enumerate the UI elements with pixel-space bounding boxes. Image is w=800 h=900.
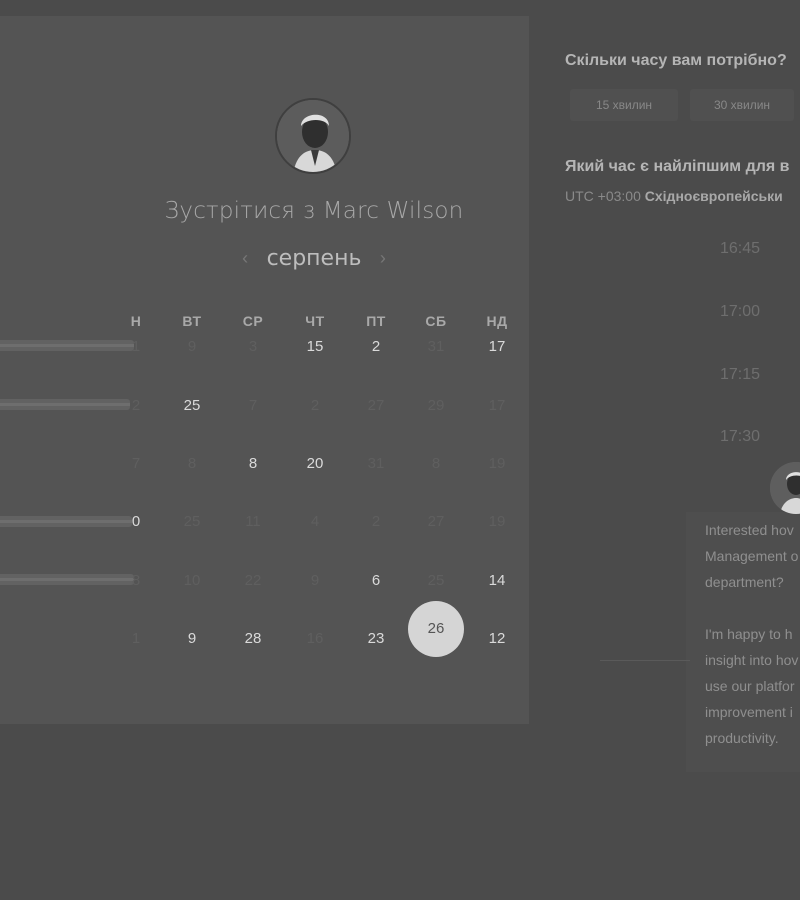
overlay-bar <box>0 516 132 527</box>
calendar-day: 31 <box>427 338 445 355</box>
calendar-day: 19 <box>488 455 506 472</box>
calendar-day[interactable]: 28 <box>233 630 273 647</box>
weekday-label: ВТ <box>182 313 202 329</box>
calendar-day: 16 <box>306 630 324 647</box>
calendar-day: 2 <box>371 513 381 530</box>
calendar-day: 1 <box>131 630 141 647</box>
chat-text-line: department? <box>705 574 784 590</box>
calendar-day: 19 <box>488 513 506 530</box>
host-avatar <box>275 98 351 174</box>
weekday-label: НД <box>486 313 508 329</box>
time-question: Який час є найліпшим для в <box>565 158 790 175</box>
calendar-day: 8 <box>187 455 197 472</box>
calendar-day[interactable]: 0 <box>116 513 156 530</box>
chevron-left-icon[interactable]: ‹ <box>228 248 262 269</box>
calendar-day: 8 <box>131 572 141 589</box>
calendar-day: 29 <box>427 397 445 414</box>
duration-option-30[interactable]: 30 хвилин <box>690 89 794 121</box>
overlay-bar <box>0 574 134 585</box>
calendar-day: 10 <box>183 572 201 589</box>
calendar-day[interactable]: 9 <box>172 630 212 647</box>
chat-text-line: productivity. <box>705 730 779 746</box>
calendar-day: 31 <box>367 455 385 472</box>
calendar-day[interactable]: 20 <box>295 455 335 472</box>
meeting-title: Зустрітися з Marc Wilson <box>164 198 464 224</box>
calendar-day[interactable]: 8 <box>233 455 273 472</box>
timezone-offset: UTC +03:00 <box>565 188 641 204</box>
timezone-name: Східноєвропейськи <box>644 188 783 204</box>
calendar-day: 22 <box>244 572 262 589</box>
calendar-day[interactable]: 14 <box>477 572 517 589</box>
duration-option-15[interactable]: 15 хвилин <box>570 89 678 121</box>
divider <box>600 660 690 661</box>
month-navigation: ‹ серпень › <box>0 246 628 271</box>
weekday-label: ПТ <box>366 313 386 329</box>
calendar-day: 7 <box>248 397 258 414</box>
duration-question: Скільки часу вам потрібно? <box>565 52 787 69</box>
weekday-label: ЧТ <box>305 313 325 329</box>
calendar-day: 8 <box>431 455 441 472</box>
calendar-day: 25 <box>183 513 201 530</box>
calendar-day[interactable]: 2 <box>356 338 396 355</box>
calendar-day: 1 <box>131 338 141 355</box>
month-label: серпень <box>266 246 362 271</box>
calendar-day: 27 <box>367 397 385 414</box>
chevron-right-icon[interactable]: › <box>366 248 400 269</box>
weekday-label: СР <box>242 313 264 329</box>
time-slot[interactable]: 17:30 <box>704 428 776 446</box>
calendar-day: 17 <box>488 397 506 414</box>
selected-day[interactable]: 26 <box>408 601 464 657</box>
calendar-day: 9 <box>310 572 320 589</box>
weekday-label: СБ <box>425 313 447 329</box>
chat-text-line: improvement i <box>705 704 793 720</box>
calendar-day[interactable]: 6 <box>356 572 396 589</box>
weekday-label: Н <box>130 313 142 329</box>
calendar-day: 9 <box>187 338 197 355</box>
calendar-day[interactable]: 25 <box>172 397 212 414</box>
overlay-bar <box>0 399 130 410</box>
chat-text-line: insight into hov <box>705 652 799 668</box>
chat-text-line: Interested hov <box>705 522 794 538</box>
calendar-day: 11 <box>245 513 261 530</box>
time-slot[interactable]: 17:15 <box>704 366 776 384</box>
calendar-day: 25 <box>427 572 445 589</box>
chat-text-line: use our platfor <box>705 678 795 694</box>
chat-text-line: Management o <box>705 548 799 564</box>
timezone-label[interactable]: UTC +03:00 Східноєвропейськи <box>565 188 783 204</box>
chat-text-line: I'm happy to h <box>705 626 793 642</box>
calendar-day[interactable]: 17 <box>477 338 517 355</box>
calendar-day: 2 <box>310 397 320 414</box>
overlay-bar <box>0 340 134 351</box>
calendar-day: 27 <box>427 513 445 530</box>
calendar-day[interactable]: 12 <box>477 630 517 647</box>
calendar-day: 7 <box>131 455 141 472</box>
time-slot[interactable]: 17:00 <box>704 303 776 321</box>
calendar-day: 3 <box>248 338 258 355</box>
calendar-day: 4 <box>310 513 320 530</box>
calendar-day[interactable]: 23 <box>356 630 396 647</box>
calendar-day: 2 <box>131 397 141 414</box>
time-slot[interactable]: 16:45 <box>704 240 776 258</box>
calendar-day[interactable]: 15 <box>295 338 335 355</box>
